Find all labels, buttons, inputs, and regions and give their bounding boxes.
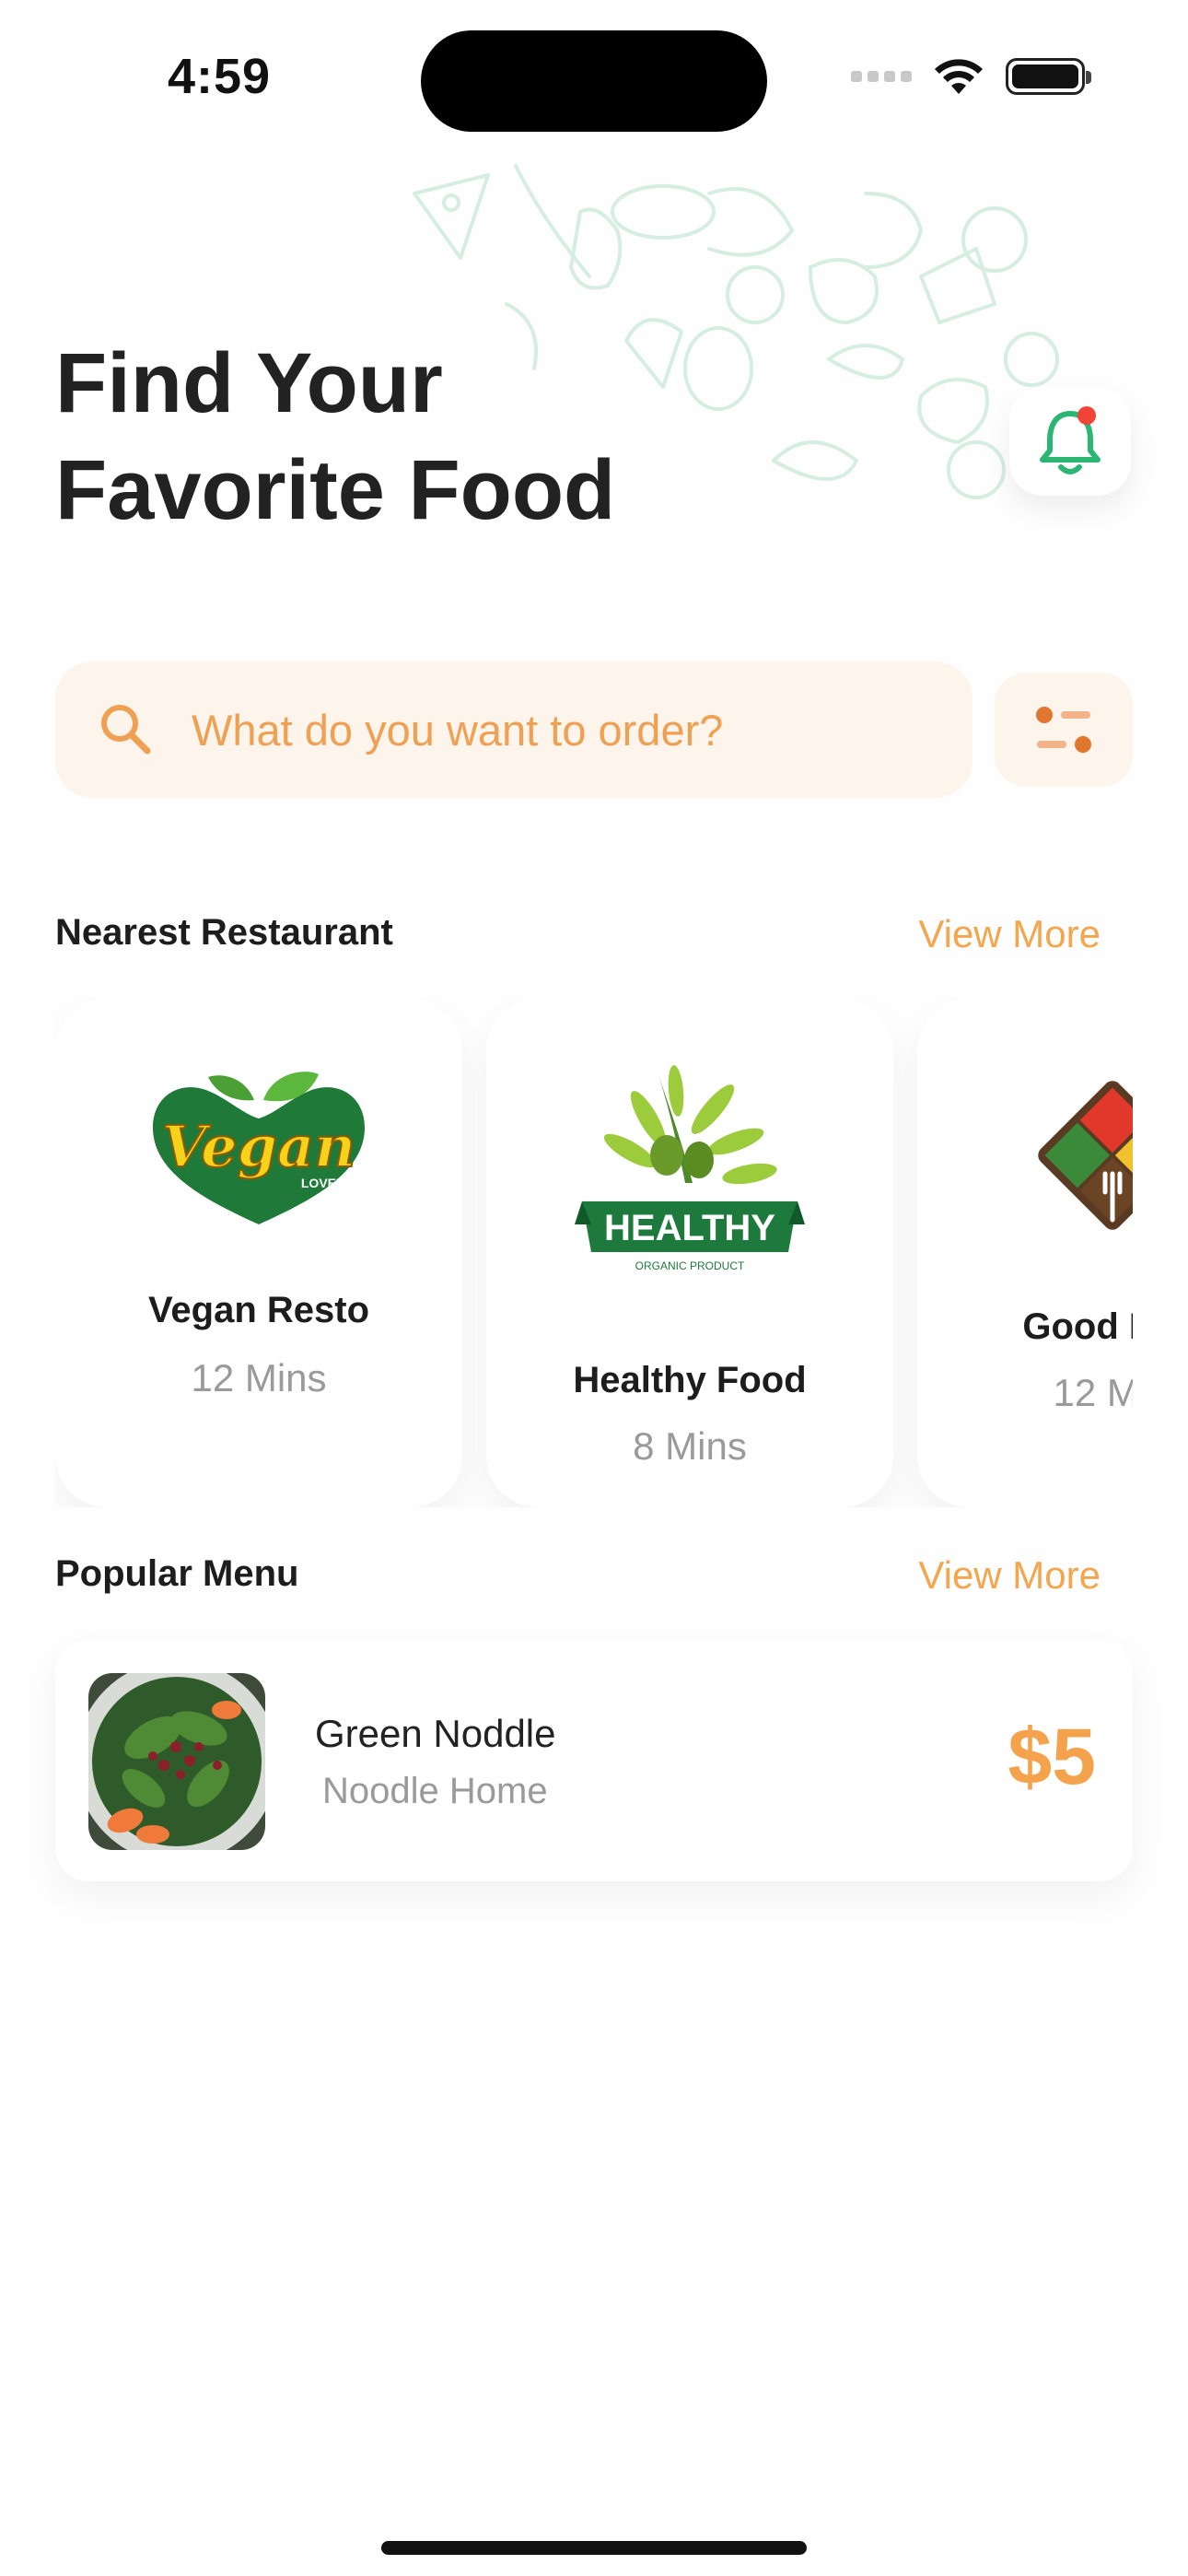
filter-icon xyxy=(1036,707,1091,753)
popular-view-more-link[interactable]: View More xyxy=(918,1553,1101,1598)
good-food-logo xyxy=(1038,1081,1133,1230)
restaurant-time: 12 Mins xyxy=(1053,1371,1133,1414)
vegan-logo-text: Vegan xyxy=(162,1113,355,1180)
filter-button[interactable] xyxy=(995,673,1133,787)
search-bar[interactable] xyxy=(55,662,973,798)
restaurant-name: Vegan Resto xyxy=(147,1290,370,1330)
status-icons xyxy=(851,57,1091,96)
vegan-lover-logo: Vegan LOVER xyxy=(153,1071,365,1224)
search-input[interactable] xyxy=(190,703,930,756)
page-title-line2: Favorite Food xyxy=(55,443,616,537)
restaurant-time: 8 Mins xyxy=(633,1424,747,1468)
notification-button[interactable] xyxy=(1009,387,1131,496)
cellular-signal-icon xyxy=(851,71,912,82)
nearest-restaurant-title: Nearest Restaurant xyxy=(55,912,393,953)
home-indicator[interactable] xyxy=(381,2541,807,2555)
restaurant-name: Healthy Food xyxy=(573,1360,807,1400)
restaurant-time: 12 Mins xyxy=(191,1356,327,1399)
status-time: 4:59 xyxy=(168,49,272,104)
restaurant-card[interactable]: Good Food 12 Mins xyxy=(917,999,1133,1507)
healthy-logo-sub: ORGANIC PRODUCT xyxy=(635,1259,745,1272)
battery-icon xyxy=(1006,58,1091,95)
restaurant-carousel[interactable]: Vegan LOVER Vegan Resto 12 Mins HEALTHY … xyxy=(55,999,1133,1507)
healthy-logo: HEALTHY ORGANIC PRODUCT xyxy=(575,1065,805,1272)
restaurant-name: Good Food xyxy=(1022,1306,1133,1347)
page-title: Find Your Favorite Food xyxy=(55,330,615,544)
menu-item-price: $5 xyxy=(1007,1713,1096,1801)
restaurant-card[interactable]: Vegan LOVER Vegan Resto 12 Mins xyxy=(55,999,462,1507)
menu-item-card[interactable]: Green Noddle Noodle Home $5 xyxy=(55,1640,1133,1881)
healthy-logo-text: HEALTHY xyxy=(604,1208,775,1248)
popular-menu-title: Popular Menu xyxy=(55,1553,299,1594)
page-title-line1: Find Your xyxy=(55,336,443,430)
nearest-view-more-link[interactable]: View More xyxy=(918,912,1101,956)
menu-item-image xyxy=(88,1673,265,1850)
wifi-icon xyxy=(935,59,983,94)
restaurant-card[interactable]: HEALTHY ORGANIC PRODUCT Healthy Food 8 M… xyxy=(486,999,893,1507)
menu-item-name: Green Noddle xyxy=(315,1712,556,1755)
bell-icon xyxy=(1040,406,1101,474)
search-icon xyxy=(101,705,151,755)
notification-badge xyxy=(1077,406,1096,425)
vegan-logo-sub: LOVER xyxy=(301,1176,345,1190)
menu-item-restaurant: Noodle Home xyxy=(322,1771,548,1811)
dynamic-island xyxy=(421,30,767,132)
